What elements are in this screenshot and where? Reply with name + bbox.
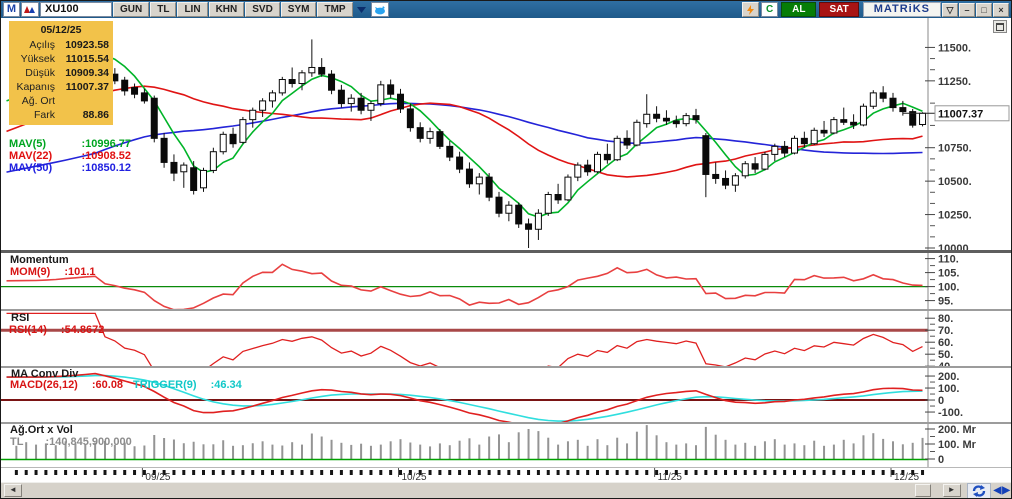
momentum-title: Momentum — [10, 254, 69, 266]
quote-row: Açılış10923.58 — [13, 38, 109, 52]
toolbar-button-sym[interactable]: SYM — [281, 2, 317, 17]
svg-text:50.: 50. — [938, 349, 953, 361]
svg-text:200.: 200. — [938, 371, 959, 383]
quote-row: Fark88.86 — [13, 108, 109, 122]
chart-body: 11500. 11250. 10750. 10500. 10250. 10000. 1100… — [1, 18, 1011, 498]
momentum-series-label: MOM(9):101.1 — [10, 266, 96, 278]
toolbar-button-gun[interactable]: GUN — [113, 2, 149, 17]
svg-text:60.: 60. — [938, 337, 953, 349]
svg-text:0: 0 — [938, 395, 944, 407]
bull-bear-icon[interactable] — [21, 2, 39, 17]
toolbar-buttons: GUNTLLINKHNSVDSYMTMP — [112, 2, 353, 17]
quote-row: Kapanış11007.37 — [13, 80, 109, 94]
prev-icon[interactable]: ◀ — [994, 485, 1002, 497]
toolbar-button-tmp[interactable]: TMP — [317, 2, 352, 17]
svg-text:10750.: 10750. — [938, 143, 972, 155]
svg-text:09/25: 09/25 — [145, 472, 170, 482]
buy-button[interactable]: AL — [781, 2, 816, 17]
svg-text:95.: 95. — [938, 296, 953, 308]
window-dropdown-icon[interactable]: ▽ — [942, 3, 958, 17]
macd-canvas[interactable]: 200.100.0-100. — [1, 368, 1011, 422]
svg-text:11/25: 11/25 — [658, 472, 683, 482]
titlebar: M XU100 GUNTLLINKHNSVDSYMTMP — [1, 1, 1011, 18]
rsi-canvas[interactable]: 80.70.60.50.40. — [1, 311, 1011, 366]
svg-text:11250.: 11250. — [938, 76, 971, 88]
toolbar-button-tl[interactable]: TL — [150, 2, 176, 17]
symbol-input[interactable]: XU100 — [40, 2, 112, 17]
svg-text:10500.: 10500. — [938, 176, 972, 188]
quote-rows: Açılış10923.58Yüksek11015.54Düşük10909.3… — [13, 38, 109, 122]
svg-text:10000.: 10000. — [938, 243, 972, 250]
scroll-left-button[interactable]: ◄ — [4, 484, 22, 497]
svg-text:12/25: 12/25 — [894, 472, 919, 482]
menu-m-icon[interactable]: M — [3, 2, 20, 17]
svg-text:-100.: -100. — [938, 407, 963, 419]
price-chart-canvas[interactable]: 11500. 11250. 10750. 10500. 10250. 10000. 1100… — [1, 18, 1011, 250]
macd-series-label: MACD(26,12):60.08 — [10, 379, 123, 391]
maximize-button[interactable]: □ — [976, 3, 992, 17]
chevron-down-icon[interactable] — [355, 3, 369, 16]
sell-button[interactable]: SAT — [819, 2, 858, 17]
svg-text:10/25: 10/25 — [402, 472, 427, 482]
rsi-panel[interactable]: 80.70.60.50.40. RSI RSI(14):54.8672 — [1, 311, 1011, 366]
next-icon[interactable]: ▶ — [1002, 485, 1010, 497]
brand-logo: MATRiKS — [863, 2, 941, 17]
svg-text:100.: 100. — [938, 282, 959, 294]
chevron-glyph — [357, 7, 366, 13]
macd-trigger-label: TRIGGER(9):46.34 — [133, 379, 242, 391]
svg-text:10250.: 10250. — [938, 210, 972, 222]
scroll-right-button[interactable]: ► — [943, 484, 961, 497]
quote-date: 05/12/25 — [13, 23, 109, 38]
svg-text:11500.: 11500. — [938, 42, 971, 54]
refresh-icon[interactable] — [967, 483, 991, 499]
time-axis-canvas: 09/25 10/25 11/25 12/25 — [1, 468, 1011, 482]
svg-text:80.: 80. — [938, 313, 953, 325]
svg-text:0: 0 — [938, 454, 944, 466]
svg-text:40.: 40. — [938, 361, 953, 366]
rsi-title: RSI — [11, 312, 29, 324]
rsi-series-label: RSI(14):54.8672 — [9, 324, 104, 336]
volume-series-label: TL:140,845,900,000 — [10, 436, 132, 448]
twitter-icon[interactable] — [371, 2, 389, 17]
volume-canvas[interactable]: 200. Mr 100. Mr 0 — [1, 424, 1011, 467]
volume-title: Ağ.Ort x Vol — [10, 424, 73, 436]
svg-text:11007.37: 11007.37 — [938, 108, 983, 120]
svg-text:200. Mr: 200. Mr — [938, 424, 977, 436]
toolbar-button-lin[interactable]: LIN — [177, 2, 207, 17]
toolbar-button-khn[interactable]: KHN — [209, 2, 245, 17]
horizontal-scrollbar[interactable]: ◄ ► ◀ ▶ — [1, 482, 1011, 498]
mav-label: MAV(5):10996.77 — [9, 138, 131, 150]
quote-row: Düşük10909.34 — [13, 66, 109, 80]
quote-row: Yüksek11015.54 — [13, 52, 109, 66]
quote-row: Ağ. Ort — [13, 94, 109, 108]
bull-bear-glyph — [24, 5, 36, 14]
minimize-button[interactable]: – — [959, 3, 975, 17]
c-button[interactable]: C — [761, 2, 778, 17]
svg-text:110.: 110. — [938, 254, 959, 266]
lightning-icon[interactable] — [742, 2, 759, 17]
quote-info-box: 05/12/25 Açılış10923.58Yüksek11015.54Düş… — [9, 21, 113, 125]
scrollbar-thumb[interactable] — [915, 484, 931, 497]
panel-restore-icon[interactable] — [993, 20, 1007, 33]
close-button[interactable]: × — [993, 3, 1009, 17]
refresh-glyph — [972, 485, 986, 497]
momentum-canvas[interactable]: 110. 105. 100. 95. — [1, 253, 1011, 309]
time-axis[interactable]: 09/25 10/25 11/25 12/25 — [1, 468, 1011, 482]
momentum-panel[interactable]: 110. 105. 100. 95. Momentum MOM(9):101.1 — [1, 253, 1011, 309]
volume-panel[interactable]: 200. Mr 100. Mr 0 Ağ.Ort x Vol TL:140,845,… — [1, 424, 1011, 467]
toolbar-button-svd[interactable]: SVD — [245, 2, 280, 17]
mav-label: MAV(22):10908.52 — [9, 150, 131, 162]
svg-text:70.: 70. — [938, 325, 953, 337]
mav-legend: MAV(5):10996.77MAV(22):10908.52MAV(50):1… — [9, 138, 131, 174]
mav-label: MAV(50):10850.12 — [9, 162, 131, 174]
svg-text:100. Mr: 100. Mr — [938, 439, 977, 451]
price-chart-panel[interactable]: 11500. 11250. 10750. 10500. 10250. 10000. 1100… — [1, 18, 1011, 250]
macd-panel[interactable]: 200.100.0-100. MA Conv Div MACD(26,12):6… — [1, 368, 1011, 422]
matriks-chart-window: M XU100 GUNTLLINKHNSVDSYMTMP — [0, 0, 1012, 499]
svg-text:105.: 105. — [938, 268, 959, 280]
lightning-glyph — [747, 5, 754, 15]
twitter-glyph — [374, 5, 386, 15]
svg-text:100.: 100. — [938, 383, 959, 395]
